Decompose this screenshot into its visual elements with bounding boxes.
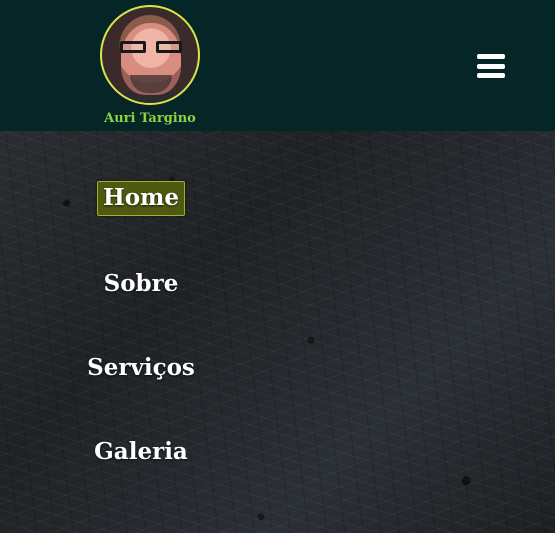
profile-name: Auri Targino bbox=[104, 111, 196, 126]
avatar-glasses-lens-left bbox=[120, 41, 146, 53]
textured-background-panel: Home Sobre Serviços Galeria bbox=[0, 131, 555, 533]
menu-bar-top bbox=[477, 54, 505, 59]
nav-item-galeria[interactable]: Galeria bbox=[94, 438, 188, 466]
profile-avatar bbox=[100, 5, 200, 105]
avatar-glasses bbox=[120, 41, 182, 55]
menu-bar-middle bbox=[477, 63, 505, 69]
nav-item-sobre[interactable]: Sobre bbox=[104, 270, 179, 298]
nav-item-home[interactable]: Home bbox=[96, 181, 186, 216]
top-header: Auri Targino bbox=[0, 0, 555, 131]
menu-bar-bottom bbox=[477, 73, 505, 78]
avatar-glasses-lens-right bbox=[156, 41, 182, 53]
hamburger-menu-icon[interactable] bbox=[477, 54, 505, 78]
main-navigation: Home Sobre Serviços Galeria bbox=[0, 131, 555, 533]
nav-item-servicos[interactable]: Serviços bbox=[87, 354, 195, 382]
